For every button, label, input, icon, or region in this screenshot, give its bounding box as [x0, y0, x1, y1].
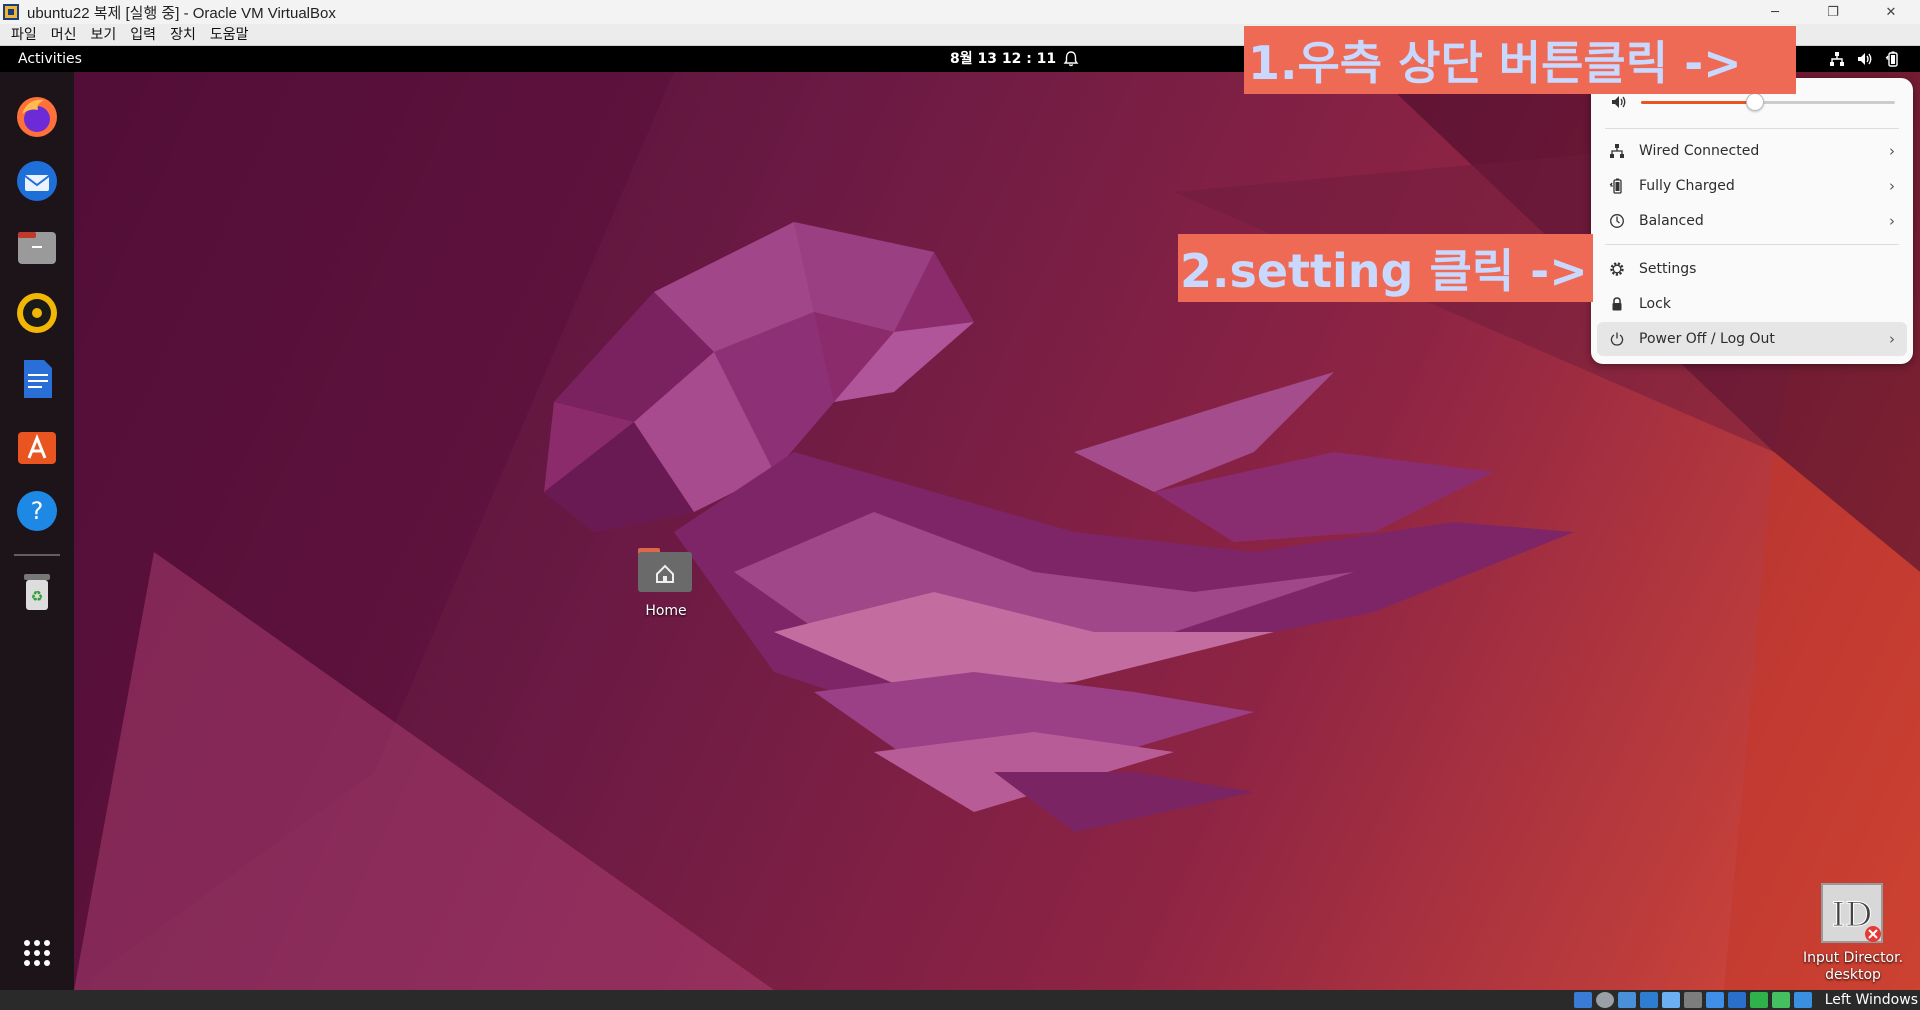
- home-folder-icon[interactable]: [636, 544, 694, 594]
- hard-disk-icon[interactable]: [1574, 992, 1592, 1008]
- fully-charged-item[interactable]: Fully Charged ›: [1597, 169, 1907, 203]
- app-center-icon[interactable]: [14, 422, 60, 468]
- files-icon[interactable]: [14, 224, 60, 270]
- menu-input[interactable]: 입력: [123, 24, 163, 46]
- window-titlebar: ubuntu22 복제 [실행 중] - Oracle VM VirtualBo…: [0, 0, 1920, 24]
- svg-text:?: ?: [31, 497, 44, 525]
- dock: ? ♻: [0, 72, 74, 990]
- shared-folders-icon[interactable]: [1684, 992, 1702, 1008]
- chevron-right-icon: ›: [1889, 212, 1895, 230]
- help-icon[interactable]: ?: [14, 488, 60, 534]
- annotation-step-2: 2.setting 클릭 ->: [1178, 234, 1593, 302]
- recording-icon[interactable]: [1728, 992, 1746, 1008]
- vbox-statusbar: Left Windows: [0, 990, 1920, 1010]
- wired-connected-item[interactable]: Wired Connected ›: [1597, 134, 1907, 168]
- wired-connected-label: Wired Connected: [1639, 143, 1760, 159]
- balanced-item[interactable]: Balanced ›: [1597, 204, 1907, 238]
- settings-item[interactable]: Settings: [1597, 252, 1907, 286]
- volume-slider-knob[interactable]: [1746, 93, 1765, 111]
- rhythmbox-icon[interactable]: [14, 290, 60, 336]
- divider: [1605, 128, 1899, 129]
- menu-help[interactable]: 도움말: [203, 24, 256, 46]
- network-icon: [1830, 52, 1844, 66]
- network-adapter-icon[interactable]: [1640, 992, 1658, 1008]
- host-key-label: Left Windows: [1824, 992, 1918, 1008]
- lock-icon: [1612, 297, 1622, 311]
- power-profile-icon: [1610, 214, 1624, 228]
- statusbar-device-icons: [1574, 992, 1812, 1008]
- quick-settings-menu: Wired Connected › Fully Charged › Balanc…: [1591, 78, 1913, 364]
- menu-file[interactable]: 파일: [4, 24, 44, 46]
- window-title: ubuntu22 복제 [실행 중] - Oracle VM VirtualBo…: [27, 4, 336, 22]
- volume-slider[interactable]: [1641, 93, 1895, 111]
- network-icon: [1610, 144, 1624, 158]
- home-folder-label: Home: [645, 603, 687, 619]
- maximize-button[interactable]: ❐: [1804, 0, 1862, 24]
- lock-label: Lock: [1639, 296, 1671, 312]
- menu-view[interactable]: 보기: [84, 24, 124, 46]
- window-controls: ─ ❐ ✕: [1746, 0, 1920, 24]
- bell-icon: [1063, 51, 1079, 67]
- chevron-right-icon: ›: [1889, 177, 1895, 195]
- libreoffice-writer-icon[interactable]: [14, 356, 60, 402]
- volume-slider-fill: [1641, 101, 1756, 104]
- virtualbox-icon: [3, 4, 19, 20]
- usb-icon[interactable]: [1662, 992, 1680, 1008]
- audio-icon[interactable]: [1618, 992, 1636, 1008]
- mouse-integration-icon[interactable]: [1794, 992, 1812, 1008]
- menu-machine[interactable]: 머신: [44, 24, 84, 46]
- clock[interactable]: 8월 13 12 : 11: [950, 46, 1056, 72]
- battery-icon: [1885, 51, 1898, 67]
- volume-icon: [1858, 53, 1872, 65]
- trash-icon[interactable]: ♻: [14, 568, 60, 614]
- input-director-label: Input Director. desktop: [1802, 950, 1904, 983]
- screen: ubuntu22 복제 [실행 중] - Oracle VM VirtualBo…: [0, 0, 1920, 1010]
- chevron-right-icon: ›: [1889, 142, 1895, 160]
- system-tray-button[interactable]: [1828, 50, 1902, 68]
- dock-separator: [14, 554, 60, 556]
- activities-button[interactable]: Activities: [18, 46, 82, 72]
- minimize-button[interactable]: ─: [1746, 0, 1804, 24]
- gear-icon: [1610, 262, 1624, 276]
- settings-label: Settings: [1639, 261, 1697, 277]
- power-icon: [1610, 332, 1624, 346]
- annotation-step-1: 1.우측 상단 버튼클릭 ->: [1244, 26, 1796, 94]
- power-off-log-out-item[interactable]: Power Off / Log Out ›: [1597, 322, 1907, 356]
- balanced-label: Balanced: [1639, 213, 1704, 229]
- fully-charged-label: Fully Charged: [1639, 178, 1735, 194]
- svg-text:ID: ID: [1832, 895, 1873, 935]
- firefox-icon[interactable]: [14, 94, 60, 140]
- volume-icon: [1612, 96, 1626, 108]
- guest-additions-icon[interactable]: [1772, 992, 1790, 1008]
- close-button[interactable]: ✕: [1862, 0, 1920, 24]
- optical-drive-icon[interactable]: [1596, 992, 1614, 1008]
- chevron-right-icon: ›: [1889, 330, 1895, 348]
- battery-icon: [1609, 178, 1622, 194]
- cpu-icon[interactable]: [1750, 992, 1768, 1008]
- show-apps-icon[interactable]: [14, 930, 60, 976]
- input-director-icon[interactable]: ID: [1820, 882, 1884, 944]
- thunderbird-icon[interactable]: [14, 158, 60, 204]
- power-off-log-out-label: Power Off / Log Out: [1639, 331, 1775, 347]
- display-icon[interactable]: [1706, 992, 1724, 1008]
- divider: [1605, 244, 1899, 245]
- svg-text:♻: ♻: [31, 589, 44, 605]
- lock-item[interactable]: Lock: [1597, 287, 1907, 321]
- menu-devices[interactable]: 장치: [163, 24, 203, 46]
